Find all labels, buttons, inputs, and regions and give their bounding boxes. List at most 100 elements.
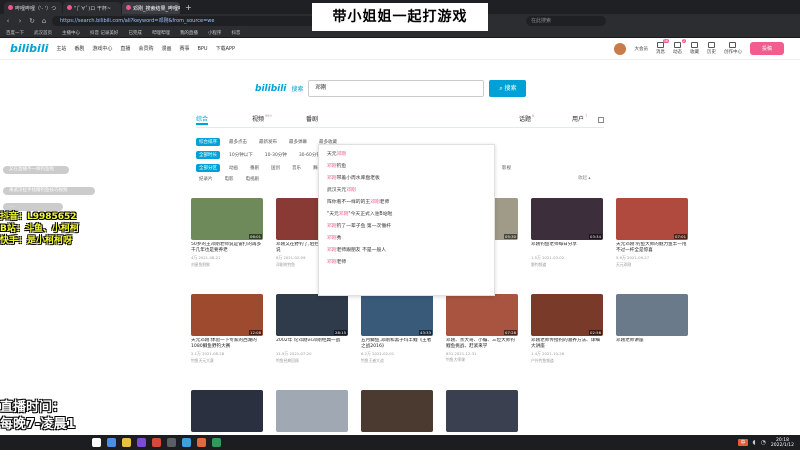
filter-chip[interactable]: 全部分区 xyxy=(196,164,220,172)
filter-chip[interactable]: 10-30分钟 xyxy=(262,151,290,159)
nav-link-download-app[interactable]: 下载APP xyxy=(216,45,235,52)
nav-link-manga[interactable]: 漫画 xyxy=(161,45,171,52)
video-card[interactable] xyxy=(446,390,518,435)
suggestion-item[interactable]: 邓刚钓鱼 xyxy=(319,161,494,173)
nav-creator-center[interactable]: 创作中心 xyxy=(724,42,742,55)
video-title[interactable]: 天元邓刚:体验一下专家的西湖的1080鲫鱼野钓大赛 xyxy=(191,338,263,350)
taskbar-app-icon[interactable] xyxy=(137,438,146,447)
tab-bangumi[interactable]: 番剧 xyxy=(306,114,318,123)
browser-search-input[interactable]: 在此搜索 xyxy=(526,16,606,26)
video-thumbnail[interactable]: 28:15 xyxy=(276,294,348,336)
video-uploader[interactable]: 钓鱼经典回顾 xyxy=(276,358,348,364)
suggestion-item[interactable]: 天元邓刚 xyxy=(319,149,494,161)
nav-link-anime[interactable]: 番剧 xyxy=(74,45,84,52)
nav-history[interactable]: 历史 xyxy=(707,42,716,55)
suggestion-item[interactable]: 阵你看不一样的的王邓刚老师 xyxy=(319,197,494,209)
bookmark-item[interactable]: 主播中心 xyxy=(62,30,80,36)
suggestion-item[interactable]: 邓刚秀 xyxy=(319,233,494,245)
tab-user[interactable]: 用户 7 xyxy=(572,114,587,123)
video-thumbnail[interactable]: 12:08 xyxy=(191,294,263,336)
collapse-filters-button[interactable]: 收起 ▴ xyxy=(578,175,591,181)
video-card[interactable]: 06:01 50岁的王邓刚老师说是雷打的再多干几年也是要养老 4万 2021-08-… xyxy=(191,198,263,268)
bilibili-logo[interactable]: bilibili xyxy=(10,42,48,55)
nav-link-live[interactable]: 直播 xyxy=(120,45,130,52)
video-title[interactable]: 邓刚老师传授钓的滋养方法、详细大讲座 xyxy=(531,338,603,350)
filter-chip[interactable]: 最新发布 xyxy=(256,138,280,146)
video-thumbnail[interactable] xyxy=(446,390,518,432)
video-card[interactable]: 邓刚老师讲座 xyxy=(616,294,688,350)
volume-icon[interactable]: ◖ xyxy=(753,439,756,446)
video-title[interactable]: 邓刚钓鱼老师每日分享 xyxy=(531,242,603,254)
bookmark-item[interactable]: 武汉首页 xyxy=(34,30,52,36)
taskbar-app-icon[interactable] xyxy=(182,438,191,447)
video-title[interactable]: 天元邓刚:钓鱼大师的魅力鱼竿一甩不过一杆全是惊喜 xyxy=(616,242,688,254)
taskbar-app-icon[interactable] xyxy=(167,438,176,447)
taskbar-app-icon[interactable] xyxy=(212,438,221,447)
grid-view-icon[interactable] xyxy=(598,117,604,123)
video-card[interactable]: 43:33 五月鲫鱼,邓刚和黑子玛丰鲤《王者之战2016》 6.2万 2021-02… xyxy=(361,294,433,364)
video-thumbnail[interactable] xyxy=(616,294,688,336)
filter-chip[interactable]: 最多点击 xyxy=(226,138,250,146)
nav-link-esports[interactable]: 赛事 xyxy=(179,45,189,52)
taskbar-app-icon[interactable] xyxy=(197,438,206,447)
network-icon[interactable]: ◔ xyxy=(761,439,766,446)
video-uploader[interactable]: 刘星鱼鲜鲜 xyxy=(191,262,263,268)
video-card[interactable]: 02:58 邓刚老师传授钓的滋养方法、详细大讲座 1.4万 2021-10-26 户外… xyxy=(531,294,603,364)
video-thumbnail[interactable] xyxy=(361,390,433,432)
new-tab-button[interactable]: + xyxy=(181,2,196,14)
video-card[interactable] xyxy=(361,390,433,435)
nav-link-bpu[interactable]: BPU xyxy=(197,46,207,52)
nav-dynamics[interactable]: 2 动态 xyxy=(673,39,686,55)
video-card[interactable]: 07:28 邓刚、亲大哥、小编、三位大师钓鲤鱼挑战、赶紧来学 631 2021-12… xyxy=(446,294,518,363)
filter-chip[interactable]: 最多弹幕 xyxy=(286,138,310,146)
video-uploader[interactable]: 钓鱼大师课 xyxy=(446,357,518,363)
video-uploader[interactable]: 野钓频道 xyxy=(531,262,603,268)
bookmark-item[interactable]: 百度一下 xyxy=(6,30,24,36)
filter-chip[interactable]: 动画 xyxy=(226,164,241,172)
video-thumbnail[interactable]: 43:33 xyxy=(361,294,433,336)
video-uploader[interactable]: 钓鱼王者大战 xyxy=(361,358,433,364)
search-input[interactable]: 邓刚 xyxy=(308,80,485,97)
video-title[interactable]: 邓刚老师讲座 xyxy=(616,338,688,350)
suggestion-item[interactable]: 邓刚钓了一辈子鱼 第一次懵杆 xyxy=(319,221,494,233)
filter-chip[interactable]: 音乐 xyxy=(289,164,304,172)
home-icon[interactable]: ⌂ xyxy=(40,17,48,25)
search-button[interactable]: ⌕ 搜索 xyxy=(489,80,527,97)
refresh-icon[interactable]: ↻ xyxy=(28,17,36,25)
tab-video[interactable]: 视频 99+ xyxy=(252,114,272,123)
bookmark-item[interactable]: 哔哩哔哩 xyxy=(152,30,170,36)
filter-chip[interactable]: 电视剧 xyxy=(243,175,263,183)
video-card[interactable]: 28:15 2002年 论邓刚vs邓刚经典一战 11.9万 2021-07-20 钓鱼… xyxy=(276,294,348,364)
bookmark-item[interactable]: 抖音 记录美好 xyxy=(90,30,118,36)
windows-start-icon[interactable] xyxy=(92,438,101,447)
upload-button[interactable]: 投稿 xyxy=(749,42,784,55)
bookmark-item[interactable]: 我的直播 xyxy=(180,30,198,36)
bookmark-item[interactable]: 已完成 xyxy=(128,30,142,36)
video-title[interactable]: 50岁的王邓刚老师说是雷打的再多干几年也是要养老 xyxy=(191,242,263,254)
suggestion-item[interactable]: 邓刚老师 xyxy=(319,257,494,269)
nav-link-main[interactable]: 主站 xyxy=(56,45,66,52)
nav-link-game-center[interactable]: 游戏中心 xyxy=(92,45,112,52)
video-title[interactable]: 2002年 论邓刚vs邓刚经典一战 xyxy=(276,338,348,350)
video-thumbnail[interactable] xyxy=(191,390,263,432)
ime-indicator[interactable]: 中 xyxy=(738,439,748,446)
video-uploader[interactable]: 天元邓刚 xyxy=(616,262,688,268)
video-thumbnail[interactable]: 03:34 xyxy=(531,198,603,240)
nav-link-shop[interactable]: 会员购 xyxy=(138,45,153,52)
video-thumbnail[interactable]: 06:01 xyxy=(191,198,263,240)
forward-icon[interactable]: › xyxy=(16,17,24,25)
filter-chip[interactable]: 番剧 xyxy=(247,164,262,172)
video-uploader[interactable]: 户外钓鱼频道 xyxy=(531,358,603,364)
filter-chip[interactable]: 国创 xyxy=(268,164,283,172)
filter-chip[interactable]: 10分钟以下 xyxy=(226,151,256,159)
tab-all[interactable]: 综合 xyxy=(196,114,209,125)
suggestion-item[interactable]: 邓刚老师跟朋友 不是一般人 xyxy=(319,245,494,257)
filter-chip[interactable]: 综合排序 xyxy=(196,138,220,146)
system-clock[interactable]: 20:18 2022/1/12 xyxy=(771,438,794,448)
nav-favorites[interactable]: 收藏 xyxy=(690,42,699,55)
suggestion-item[interactable]: "天元邓刚"今天正式入驻B站啦 xyxy=(319,209,494,221)
video-card[interactable]: 12:08 天元邓刚:体验一下专家的西湖的1080鲫鱼野钓大赛 2.1万 2021-… xyxy=(191,294,263,364)
suggestion-item[interactable]: 邓刚带着小周水库盘老板 xyxy=(319,173,494,185)
tab-topic[interactable]: 话题 0 xyxy=(519,114,534,123)
video-card[interactable] xyxy=(276,390,348,435)
